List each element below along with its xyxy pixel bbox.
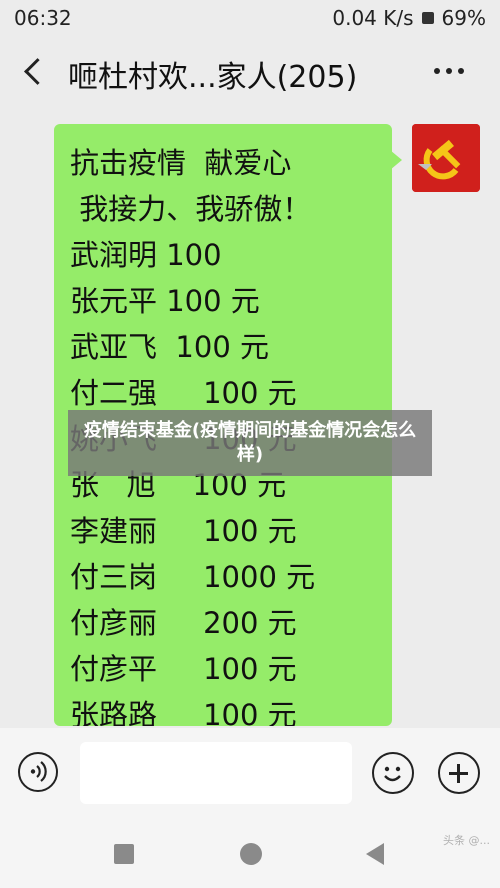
emoji-icon[interactable] [372, 752, 414, 794]
signal-icon [421, 12, 434, 24]
network-speed: 0.04 K/s [332, 6, 414, 30]
input-bar [0, 728, 500, 820]
message-line: 李建丽 100 元 [70, 514, 297, 548]
system-nav-bar: 头条 @... [0, 820, 500, 888]
message-line: 抗击疫情 献爱心 [70, 146, 292, 180]
message-line: 付彦平 100 元 [70, 652, 297, 686]
message-line: 付彦丽 200 元 [70, 606, 297, 640]
message-line: 张元平 100 元 [70, 284, 260, 318]
nav-square-icon[interactable] [114, 844, 134, 864]
party-emblem-icon [412, 124, 480, 192]
more-dots-icon[interactable] [434, 68, 464, 74]
message-line: 付三岗 1000 元 [70, 560, 316, 594]
status-right: 0.04 K/s 69% [332, 6, 486, 30]
voice-icon[interactable] [18, 752, 58, 792]
message-line: 张路路 100 元 [70, 698, 297, 726]
message-line: 武亚飞 100 元 [70, 330, 270, 364]
chat-title: 咂杜村欢...家人(205) [68, 60, 358, 95]
watermark: 头条 @... [443, 834, 490, 847]
message-input[interactable] [80, 742, 352, 804]
status-bar: 06:32 0.04 K/s 69% [0, 0, 500, 36]
bubble-tail [390, 150, 402, 170]
avatar[interactable] [412, 124, 480, 192]
message-line: 武润明 100 [70, 238, 222, 272]
nav-circle-icon[interactable] [240, 843, 262, 865]
back-chevron-icon[interactable] [16, 54, 52, 90]
plus-icon[interactable] [438, 752, 480, 794]
overlay-caption: 疫情结束基金(疫情期间的基金情况会怎么样) [68, 410, 432, 476]
chat-header: 咂杜村欢...家人(205) [0, 36, 500, 112]
battery-level: 69% [441, 6, 486, 30]
message-line: 我接力、我骄傲！ [70, 192, 312, 226]
nav-triangle-icon[interactable] [366, 843, 384, 865]
status-time: 06:32 [14, 6, 72, 30]
